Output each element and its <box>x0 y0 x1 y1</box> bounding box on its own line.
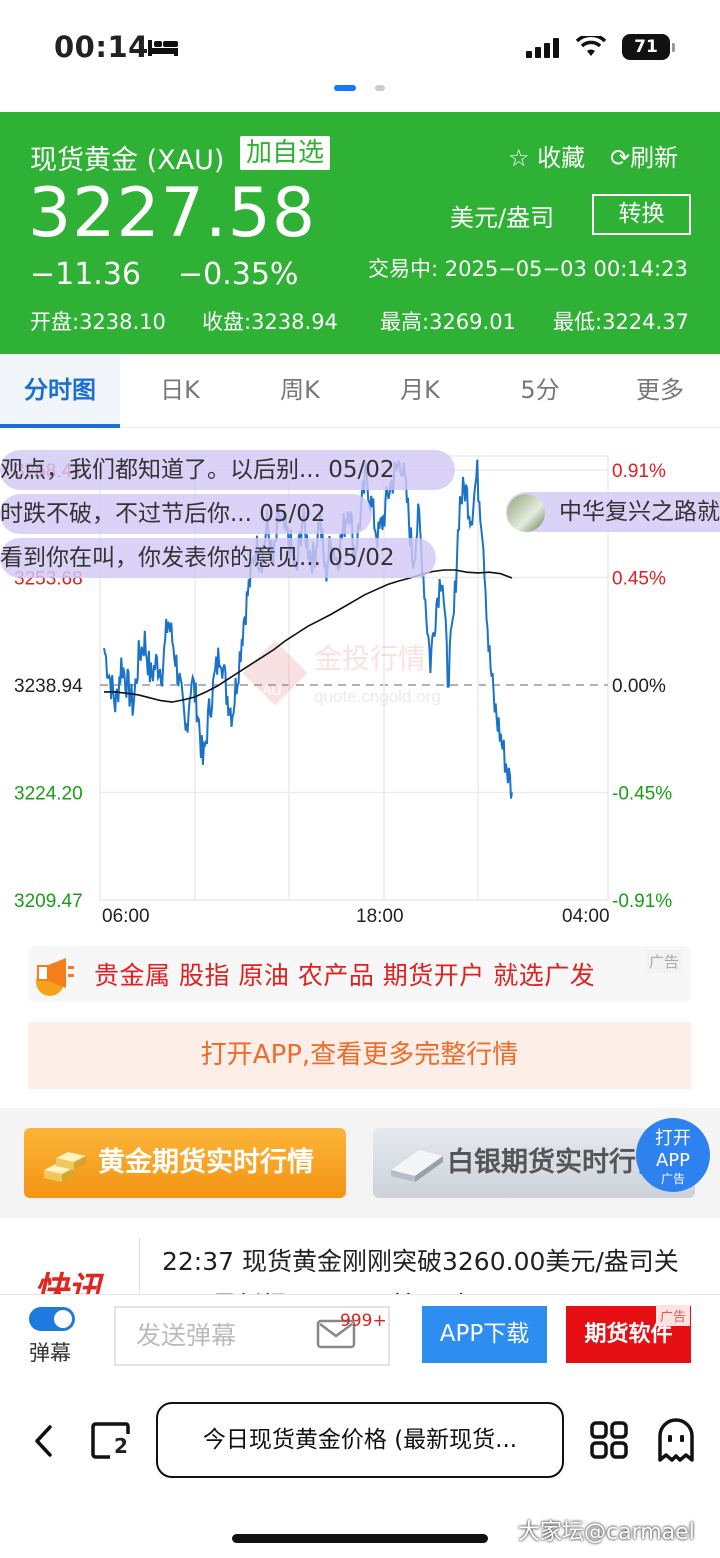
refresh-label: 刷新 <box>630 144 679 172</box>
danmu-toggle-label: 弹幕 <box>29 1341 71 1365</box>
float-app-line1: 打开 <box>655 1128 691 1149</box>
news-flash-tag: 快讯 <box>34 1270 102 1298</box>
message-badge: 999+ <box>340 1311 387 1331</box>
y-tick-pct-label: -0.45% <box>612 784 672 805</box>
gold-bars-icon <box>44 1152 86 1182</box>
danmu-text: 中华复兴之路就 <box>559 499 720 525</box>
refresh-button[interactable]: ⟳刷新 <box>610 138 678 173</box>
y-tick-label: 3209.47 <box>14 891 83 912</box>
ad-banner[interactable]: 贵金属 股指 原油 农产品 期货开户 就选广发 广告 <box>28 946 691 1002</box>
tab-weekly[interactable]: 周K <box>240 354 360 428</box>
signal-icon <box>526 38 559 58</box>
back-icon[interactable] <box>32 1424 54 1458</box>
collect-button[interactable]: ☆ 收藏 <box>508 138 585 173</box>
tab-intraday[interactable]: 分时图 <box>0 354 120 428</box>
watermark-brand: 金投行情 <box>314 642 426 675</box>
wifi-icon <box>576 36 606 56</box>
star-icon: ☆ <box>508 144 530 172</box>
megaphone-icon <box>36 958 74 996</box>
open-app-banner[interactable]: 打开APP,查看更多完整行情 <box>28 1022 691 1089</box>
silver-bars-icon <box>391 1150 443 1182</box>
y-tick-pct-label: -0.91% <box>612 891 672 912</box>
gold-futures-label: 黄金期货实时行情 <box>98 1147 314 1178</box>
news-text: 22:37 现货黄金刚刚突破3260.00美元/盎司关口，最新报3260.00美… <box>162 1247 679 1298</box>
danmu-bar: 弹幕 发送弹幕 999+ APP下载 期货软件 广告 <box>0 1294 720 1380</box>
danmu-bubble[interactable]: 看到你在叫，你发表你的意见... 05/02 <box>0 538 436 578</box>
danmu-bubble[interactable]: 时跌不破，不过节后你... 05/02 <box>0 494 372 534</box>
close-price: 收盘:3238.94 <box>202 310 338 334</box>
tab-count: 2 <box>114 1434 128 1458</box>
x-tick-label: 04:00 <box>562 906 610 927</box>
y-tick-label: 3238.94 <box>14 676 83 697</box>
ad-tag: 广告 <box>656 1305 691 1326</box>
price-change-pct: −0.35% <box>178 257 299 292</box>
tab-monthly[interactable]: 月K <box>360 354 480 428</box>
collect-label: 收藏 <box>537 144 586 172</box>
price-unit: 美元/盎司 <box>450 204 555 232</box>
chart-tabs: 分时图 日K 周K 月K 5分 更多 <box>0 354 720 428</box>
high-price: 最高:3269.01 <box>380 310 516 334</box>
svg-text:AU: AU <box>262 682 281 698</box>
y-tick-pct-label: 0.91% <box>612 461 666 482</box>
danmu-bubble[interactable]: 观点，我们都知道了。以后别... 05/02 <box>0 450 455 490</box>
add-watchlist-button[interactable]: 加自选 <box>240 136 331 170</box>
home-indicator <box>232 1534 488 1543</box>
low-price: 最低:3224.37 <box>553 310 689 334</box>
browser-toolbar: 2 今日现货黄金价格 (最新现货... <box>0 1380 720 1520</box>
open-app-float-button[interactable]: 打开 APP 广告 <box>636 1118 710 1192</box>
news-flash[interactable]: 快讯 22:37 现货黄金刚刚突破3260.00美元/盎司关口，最新报3260.… <box>0 1218 720 1298</box>
gold-futures-button[interactable]: 黄金期货实时行情 <box>24 1128 346 1198</box>
tabs-button[interactable]: 2 <box>90 1420 132 1460</box>
status-right: 71 <box>526 34 706 60</box>
silver-futures-label: 白银期货实时行情 <box>447 1147 663 1178</box>
price-change: −11.36 <box>30 257 142 292</box>
refresh-icon: ⟳ <box>610 144 631 172</box>
battery-tip <box>672 43 675 52</box>
address-bar[interactable]: 今日现货黄金价格 (最新现货... <box>156 1402 564 1478</box>
convert-button[interactable]: 转换 <box>592 194 691 235</box>
tab-daily[interactable]: 日K <box>120 354 240 428</box>
divider <box>139 1238 140 1298</box>
tab-more[interactable]: 更多 <box>600 354 720 428</box>
trading-status: 交易中: 2025−05−03 00:14:23 <box>368 257 688 281</box>
y-tick-pct-label: 0.45% <box>612 568 666 589</box>
watermark-url: quote.cngold.org <box>314 687 441 706</box>
danmu-bubble-avatar[interactable]: 中华复兴之路就 <box>506 492 720 532</box>
page-indicator <box>334 85 394 91</box>
status-time: 00:14 <box>54 30 149 64</box>
intraday-chart[interactable]: AU 金投行情 quote.cngold.org 3268.410.91%325… <box>0 428 720 938</box>
battery-icon: 71 <box>622 34 670 60</box>
status-bar: 00:14 71 <box>0 0 720 95</box>
ad-text: 贵金属 股指 原油 农产品 期货开户 就选广发 <box>94 961 596 990</box>
x-tick-label: 06:00 <box>102 906 150 927</box>
current-price: 3227.58 <box>28 174 317 253</box>
image-watermark: 大家坛@carmael <box>518 1520 695 1545</box>
instrument-name: 现货黄金 (XAU) <box>30 145 225 176</box>
quote-header: 现货黄金 (XAU) 加自选 ☆ 收藏 ⟳刷新 3227.58 美元/盎司 转换… <box>0 112 720 354</box>
y-tick-pct-label: 0.00% <box>612 676 666 697</box>
sleep-focus-icon <box>148 40 178 56</box>
y-tick-label: 3224.20 <box>14 784 83 805</box>
danmu-toggle[interactable] <box>29 1307 75 1331</box>
avatar <box>507 493 545 532</box>
float-app-ad-tag: 广告 <box>660 1172 685 1186</box>
ad-tag: 广告 <box>644 950 683 973</box>
tab-5min[interactable]: 5分 <box>480 354 600 428</box>
ghost-icon[interactable] <box>656 1418 696 1462</box>
apps-grid-icon[interactable] <box>589 1420 629 1460</box>
x-tick-label: 18:00 <box>356 906 404 927</box>
app-download-button[interactable]: APP下载 <box>422 1306 547 1363</box>
open-price: 开盘:3238.10 <box>30 310 166 334</box>
float-app-line2: APP <box>655 1150 691 1171</box>
